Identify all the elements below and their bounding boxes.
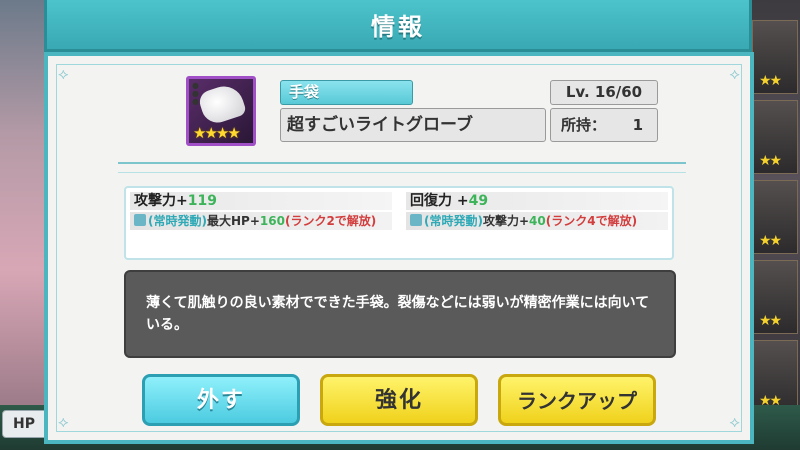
substat-condition: (ランク2で解放) — [284, 214, 377, 228]
background-card[interactable]: ★★ — [752, 180, 798, 254]
substat-value: 160 — [259, 214, 285, 228]
glove-icon — [196, 81, 248, 127]
stat-column-attack: 攻撃力+119 (常時発動)最大HP+160(ランク2で解放) — [130, 192, 392, 230]
substat-value: 40 — [529, 214, 546, 228]
background-card[interactable]: ★★ — [752, 100, 798, 174]
info-header: 情報 — [44, 0, 752, 52]
section-divider — [118, 162, 686, 173]
stats-panel: 攻撃力+119 (常時発動)最大HP+160(ランク2で解放) 回復力 +49 … — [124, 186, 674, 260]
corner-ornament-icon: ⟡ — [58, 64, 69, 83]
rarity-stars: ★★★★ — [193, 124, 241, 142]
item-name: 超すごいライトグローブ — [280, 108, 546, 142]
owned-label: 所持： — [561, 116, 607, 134]
substat-tag: (常時発動) — [148, 214, 207, 228]
lock-icon — [410, 214, 422, 226]
substat-name: 最大HP+ — [206, 214, 260, 228]
card-stars: ★★ — [759, 73, 782, 89]
owned-value: 1 — [632, 116, 643, 134]
stat-column-recovery: 回復力 +49 (常時発動)攻撃力+40(ランク4で解放) — [406, 192, 668, 230]
recovery-stat: 回復力 +49 — [406, 192, 668, 210]
item-type-label: 手袋 — [280, 80, 413, 105]
background-card[interactable]: ★★ — [752, 20, 798, 94]
slot-dots-icon: ● ● ● — [192, 81, 199, 106]
attack-value: 119 — [187, 193, 217, 209]
substat-condition: (ランク4で解放) — [545, 214, 638, 228]
background-card[interactable]: ★★ — [752, 260, 798, 334]
item-icon[interactable]: ● ● ● ★★★★ — [186, 76, 256, 146]
corner-ornament-icon: ⟡ — [729, 64, 740, 83]
remove-button[interactable]: 外す — [142, 374, 300, 426]
recovery-value: 49 — [468, 193, 489, 209]
card-stars: ★★ — [759, 233, 782, 249]
card-stars: ★★ — [759, 153, 782, 169]
corner-ornament-icon: ⟡ — [58, 412, 69, 431]
corner-ornament-icon: ⟡ — [729, 412, 740, 431]
page-title: 情報 — [371, 13, 425, 41]
enhance-button[interactable]: 強化 — [320, 374, 478, 426]
attack-label: 攻撃力+ — [134, 193, 188, 209]
attack-stat: 攻撃力+119 — [130, 192, 392, 210]
lock-icon — [134, 214, 146, 226]
recovery-substat: (常時発動)攻撃力+40(ランク4で解放) — [406, 212, 668, 230]
background-card[interactable]: ★★ — [752, 340, 798, 414]
item-description: 薄くて肌触りの良い素材でできた手袋。裂傷などには弱いが精密作業には向いている。 — [124, 270, 676, 358]
card-stars: ★★ — [759, 313, 782, 329]
recovery-label: 回復力 + — [410, 193, 469, 209]
substat-tag: (常時発動) — [424, 214, 483, 228]
attack-substat: (常時発動)最大HP+160(ランク2で解放) — [130, 212, 392, 230]
substat-name: 攻撃力+ — [482, 214, 530, 228]
owned-count: 所持： 1 — [550, 108, 658, 142]
item-level: Lv. 16/60 — [550, 80, 658, 105]
rankup-button[interactable]: ランクアップ — [498, 374, 656, 426]
